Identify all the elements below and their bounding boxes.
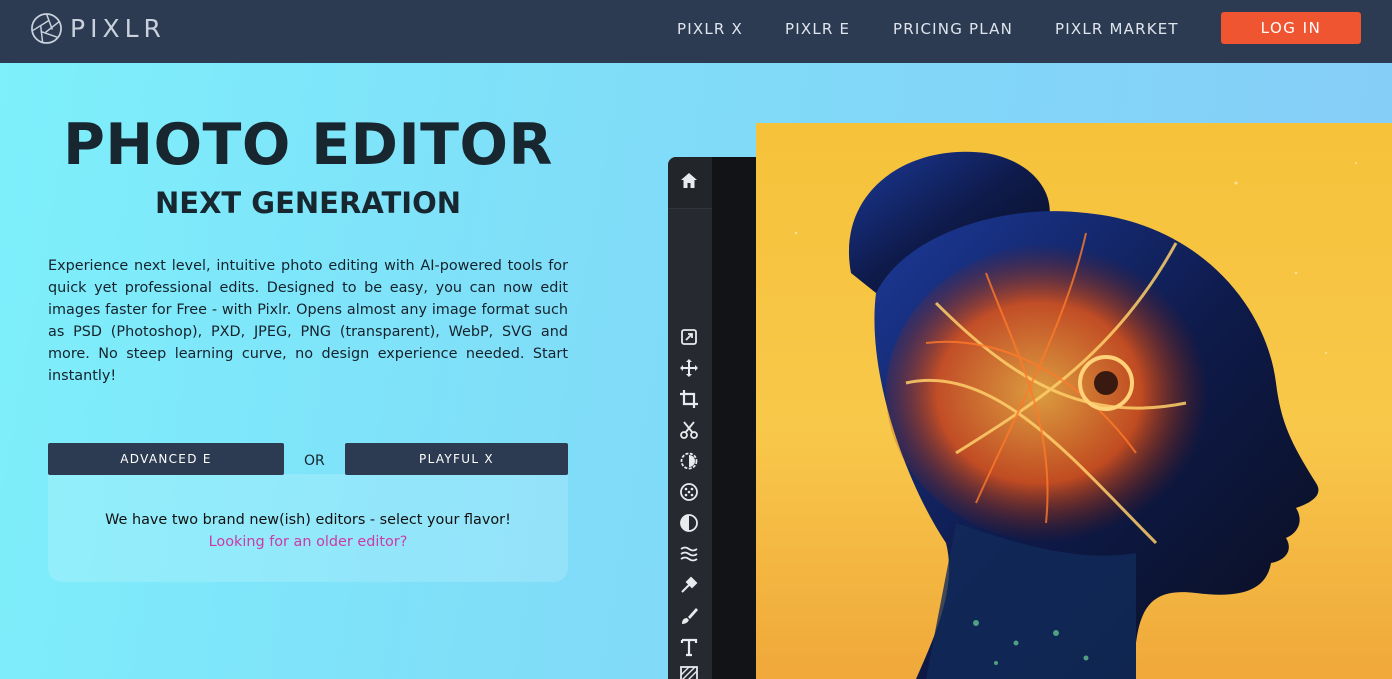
move-icon[interactable] bbox=[678, 357, 700, 379]
home-icon[interactable] bbox=[678, 170, 700, 192]
text-icon[interactable] bbox=[678, 636, 700, 658]
or-separator: OR bbox=[304, 453, 325, 469]
nav-pixlr-market[interactable]: PIXLR MARKET bbox=[1055, 20, 1179, 38]
top-navigation-bar: PIXLR PIXLR X PIXLR E PRICING PLAN PIXLR… bbox=[0, 0, 1392, 63]
liquify-icon[interactable] bbox=[678, 543, 700, 565]
adjust-icon[interactable] bbox=[678, 450, 700, 472]
nav-pixlr-e[interactable]: PIXLR E bbox=[785, 20, 850, 38]
hero-artwork bbox=[756, 123, 1392, 679]
nav-pixlr-x[interactable]: PIXLR X bbox=[677, 20, 743, 38]
aperture-icon bbox=[31, 12, 62, 44]
heal-icon[interactable] bbox=[678, 574, 700, 596]
pattern-icon[interactable] bbox=[678, 664, 700, 679]
effect-icon[interactable] bbox=[678, 512, 700, 534]
crop-icon[interactable] bbox=[678, 388, 700, 410]
double-exposure-portrait-image bbox=[756, 123, 1392, 679]
filter-icon[interactable] bbox=[678, 481, 700, 503]
page-title: PHOTO EDITOR bbox=[63, 112, 553, 178]
advanced-e-button[interactable]: ADVANCED E bbox=[48, 443, 284, 475]
editor-side-panel bbox=[712, 157, 758, 679]
nav-pricing-plan[interactable]: PRICING PLAN bbox=[893, 20, 1013, 38]
flavor-message: We have two brand new(ish) editors - sel… bbox=[105, 512, 511, 528]
page-subtitle: NEXT GENERATION bbox=[154, 186, 462, 220]
editor-toolbar bbox=[668, 157, 712, 679]
editor-choice-panel bbox=[48, 474, 568, 582]
playful-x-button[interactable]: PLAYFUL X bbox=[345, 443, 568, 475]
cutout-icon[interactable] bbox=[678, 419, 700, 441]
arrange-icon[interactable] bbox=[678, 326, 700, 348]
login-button[interactable]: LOG IN bbox=[1221, 12, 1361, 44]
hero-description: Experience next level, intuitive photo e… bbox=[48, 258, 568, 384]
pixlr-logo[interactable]: PIXLR bbox=[30, 11, 166, 45]
brand-name: PIXLR bbox=[70, 13, 166, 43]
brush-icon[interactable] bbox=[678, 605, 700, 627]
older-editor-link[interactable]: Looking for an older editor? bbox=[48, 534, 568, 550]
